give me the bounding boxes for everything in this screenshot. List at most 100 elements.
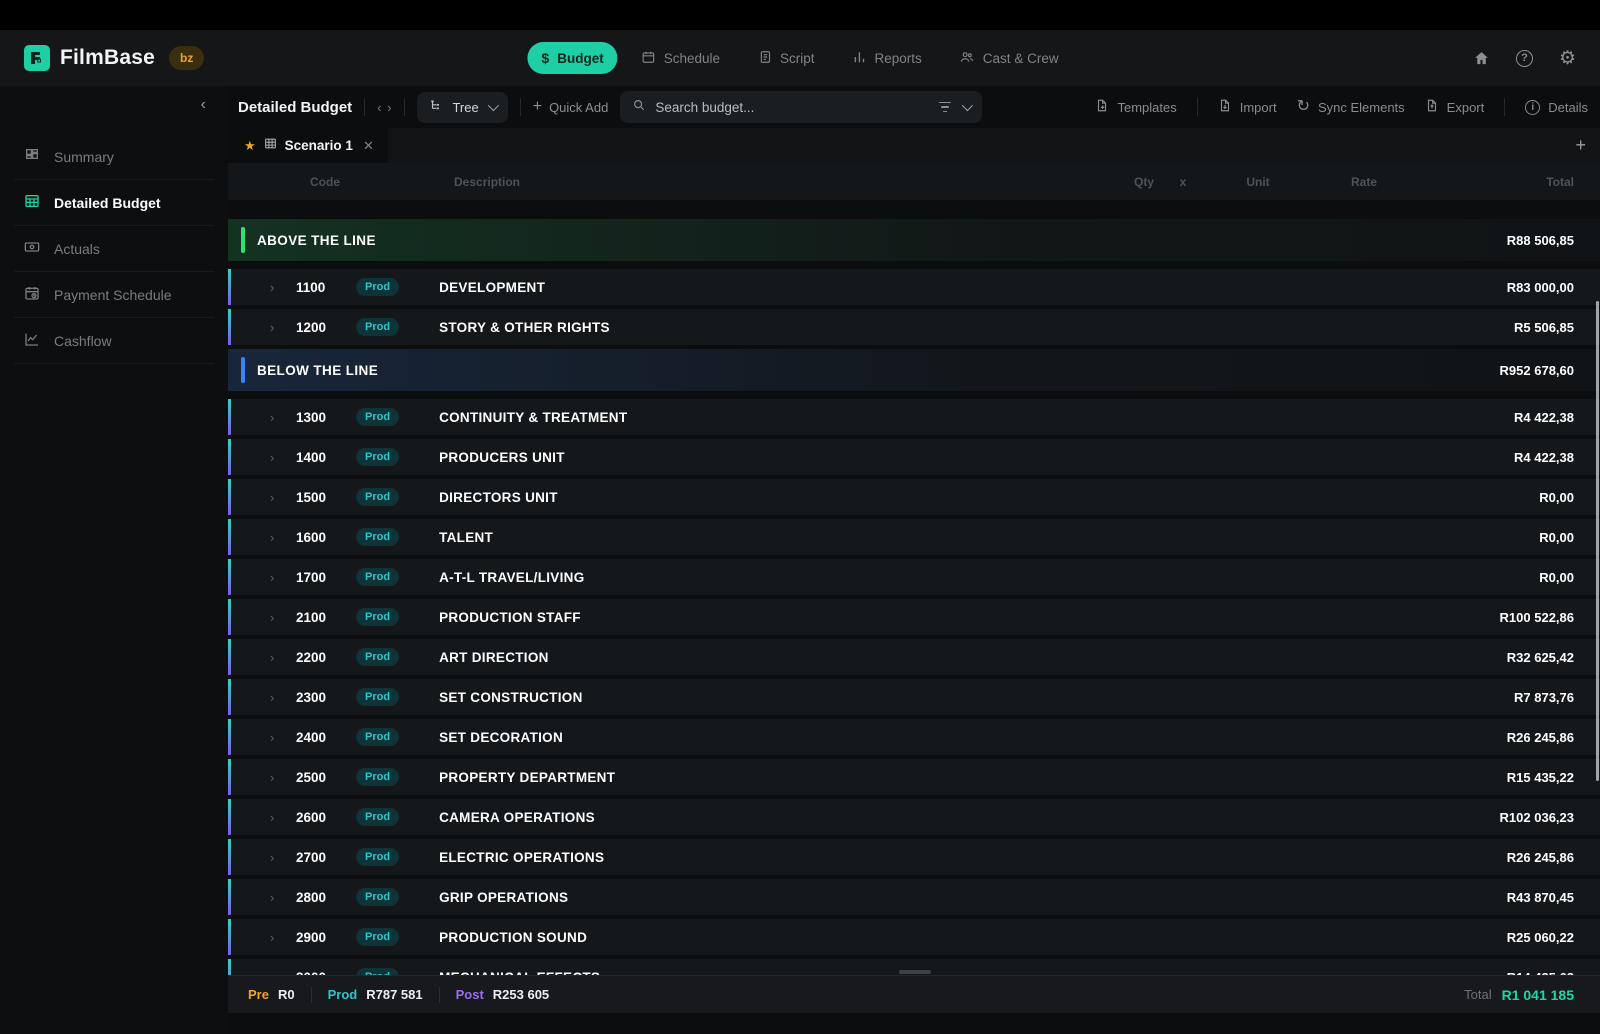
chevron-right-icon[interactable]: ›	[270, 930, 284, 945]
budget-row[interactable]: › 1400 Prod PRODUCERS UNIT R4 422,38	[228, 439, 1600, 475]
top-navbar: FilmBase bz $ Budget Schedule Script Rep…	[0, 30, 1600, 86]
env-badge[interactable]: bz	[169, 46, 204, 70]
templates-button[interactable]: Templates	[1095, 98, 1176, 116]
chevron-right-icon[interactable]: ›	[270, 280, 284, 295]
row-description: DIRECTORS UNIT	[439, 490, 1404, 505]
scenario-tab-active[interactable]: ★ Scenario 1 ✕	[228, 128, 388, 163]
sidebar-item-payment-schedule[interactable]: Payment Schedule	[14, 272, 214, 318]
row-code: 2800	[296, 890, 356, 905]
budget-row[interactable]: › 2900 Prod PRODUCTION SOUND R25 060,22	[228, 919, 1600, 955]
chevron-right-icon[interactable]: ›	[270, 850, 284, 865]
row-description: ELECTRIC OPERATIONS	[439, 850, 1404, 865]
chevron-right-icon[interactable]: ›	[270, 320, 284, 335]
chevron-right-icon[interactable]: ›	[270, 610, 284, 625]
totals-footer: Pre R0 Prod R787 581 Post R253 605 Total…	[228, 975, 1600, 1013]
section-row[interactable]: ABOVE THE LINE R88 506,85	[228, 219, 1600, 261]
nav-tab-cast-crew[interactable]: Cast & Crew	[946, 42, 1073, 75]
budget-row[interactable]: › 1200 Prod STORY & OTHER RIGHTS R5 506,…	[228, 309, 1600, 345]
column-header-qty[interactable]: Qty	[1100, 175, 1154, 189]
column-header-rate[interactable]: Rate	[1304, 175, 1424, 189]
total-label: Total	[1464, 987, 1491, 1002]
budget-row[interactable]: › 1100 Prod DEVELOPMENT R83 000,00	[228, 269, 1600, 305]
budget-row[interactable]: › 2500 Prod PROPERTY DEPARTMENT R15 435,…	[228, 759, 1600, 795]
view-mode-select[interactable]: Tree	[417, 92, 507, 123]
budget-row[interactable]: › 2400 Prod SET DECORATION R26 245,86	[228, 719, 1600, 755]
chevron-right-icon[interactable]: ›	[270, 450, 284, 465]
grid-icon	[264, 137, 277, 155]
export-button[interactable]: Export	[1425, 98, 1485, 116]
section-row[interactable]: BELOW THE LINE R952 678,60	[228, 349, 1600, 391]
vertical-scrollbar[interactable]	[1596, 301, 1599, 781]
chevron-right-icon[interactable]: ›	[270, 690, 284, 705]
main-content: Detailed Budget ‹ › Tree + Quick Add	[228, 86, 1600, 1034]
chevron-right-icon[interactable]: ›	[270, 970, 284, 976]
chevron-right-icon[interactable]: ›	[270, 730, 284, 745]
budget-row[interactable]: › 2800 Prod GRIP OPERATIONS R43 870,45	[228, 879, 1600, 915]
column-header-total[interactable]: Total	[1424, 175, 1574, 189]
column-header-code[interactable]: Code	[310, 175, 406, 189]
chevron-right-icon[interactable]: ›	[270, 530, 284, 545]
nav-tab-budget[interactable]: $ Budget	[527, 42, 617, 74]
add-scenario-plus-icon[interactable]: +	[1575, 135, 1586, 156]
nav-tab-schedule[interactable]: Schedule	[628, 42, 734, 75]
star-icon[interactable]: ★	[244, 138, 256, 154]
search-input[interactable]	[655, 100, 930, 115]
row-accent-bar	[228, 959, 231, 975]
budget-row[interactable]: › 2300 Prod SET CONSTRUCTION R7 873,76	[228, 679, 1600, 715]
row-total: R7 873,76	[1404, 690, 1574, 705]
home-icon[interactable]	[1473, 50, 1490, 67]
sidebar-collapse-chevron-left-icon[interactable]: ‹	[201, 96, 206, 114]
sidebar-item-cashflow[interactable]: Cashflow	[14, 318, 214, 364]
settings-gear-icon[interactable]: ⚙	[1559, 47, 1576, 70]
sync-elements-button[interactable]: ↻ Sync Elements	[1297, 99, 1405, 115]
budget-row[interactable]: › 1700 Prod A-T-L TRAVEL/LIVING R0,00	[228, 559, 1600, 595]
chevron-right-icon[interactable]: ›	[270, 490, 284, 505]
horizontal-scrollbar[interactable]	[899, 970, 931, 974]
import-button[interactable]: Import	[1218, 98, 1277, 116]
details-button[interactable]: i Details	[1525, 100, 1588, 115]
nav-tab-script[interactable]: Script	[744, 42, 829, 75]
chevron-right-icon[interactable]: ›	[270, 770, 284, 785]
budget-search[interactable]	[620, 91, 982, 123]
sidebar-item-label: Payment Schedule	[54, 287, 172, 303]
column-header-x[interactable]: x	[1154, 175, 1212, 189]
budget-row[interactable]: › 2600 Prod CAMERA OPERATIONS R102 036,2…	[228, 799, 1600, 835]
help-icon[interactable]: ?	[1516, 50, 1533, 67]
column-header-unit[interactable]: Unit	[1212, 175, 1304, 189]
column-header-description[interactable]: Description	[454, 175, 1100, 189]
summary-grid-icon	[24, 147, 40, 166]
nav-tab-reports[interactable]: Reports	[839, 42, 936, 75]
close-icon[interactable]: ✕	[363, 138, 374, 154]
section-accent-bar	[241, 357, 245, 383]
sidebar-item-summary[interactable]: Summary	[14, 134, 214, 180]
sidebar-item-label: Cashflow	[54, 333, 112, 349]
sidebar-item-actuals[interactable]: Actuals	[14, 226, 214, 272]
chevron-right-icon[interactable]: ›	[270, 570, 284, 585]
budget-row[interactable]: › 1600 Prod TALENT R0,00	[228, 519, 1600, 555]
budget-row[interactable]: › 2200 Prod ART DIRECTION R32 625,42	[228, 639, 1600, 675]
footer-prod-total: Prod R787 581	[328, 987, 423, 1002]
row-total: R25 060,22	[1404, 930, 1574, 945]
section-total: R88 506,85	[1404, 233, 1574, 248]
app-window: FilmBase bz $ Budget Schedule Script Rep…	[0, 0, 1600, 1034]
budget-row[interactable]: › 2700 Prod ELECTRIC OPERATIONS R26 245,…	[228, 839, 1600, 875]
row-code: 2900	[296, 930, 356, 945]
quick-add-button[interactable]: + Quick Add	[533, 99, 609, 115]
row-code: 1400	[296, 450, 356, 465]
filter-icon[interactable]	[939, 102, 951, 113]
budget-row[interactable]: › 1300 Prod CONTINUITY & TREATMENT R4 42…	[228, 399, 1600, 435]
sidebar: ‹ Summary Detailed Budget Actuals Paymen…	[0, 86, 228, 1034]
row-description: CONTINUITY & TREATMENT	[439, 410, 1404, 425]
angle-brackets-icon[interactable]: ‹ ›	[377, 100, 392, 115]
chevron-right-icon[interactable]: ›	[270, 410, 284, 425]
chevron-right-icon[interactable]: ›	[270, 890, 284, 905]
chevron-right-icon[interactable]: ›	[270, 650, 284, 665]
search-chevron-down-icon[interactable]	[962, 100, 973, 111]
row-accent-bar	[228, 759, 231, 795]
sidebar-item-detailed-budget[interactable]: Detailed Budget	[14, 180, 214, 226]
chevron-right-icon[interactable]: ›	[270, 810, 284, 825]
row-accent-bar	[228, 919, 231, 955]
budget-row[interactable]: › 1500 Prod DIRECTORS UNIT R0,00	[228, 479, 1600, 515]
budget-row[interactable]: › 2100 Prod PRODUCTION STAFF R100 522,86	[228, 599, 1600, 635]
budget-toolbar: Detailed Budget ‹ › Tree + Quick Add	[228, 86, 1600, 128]
